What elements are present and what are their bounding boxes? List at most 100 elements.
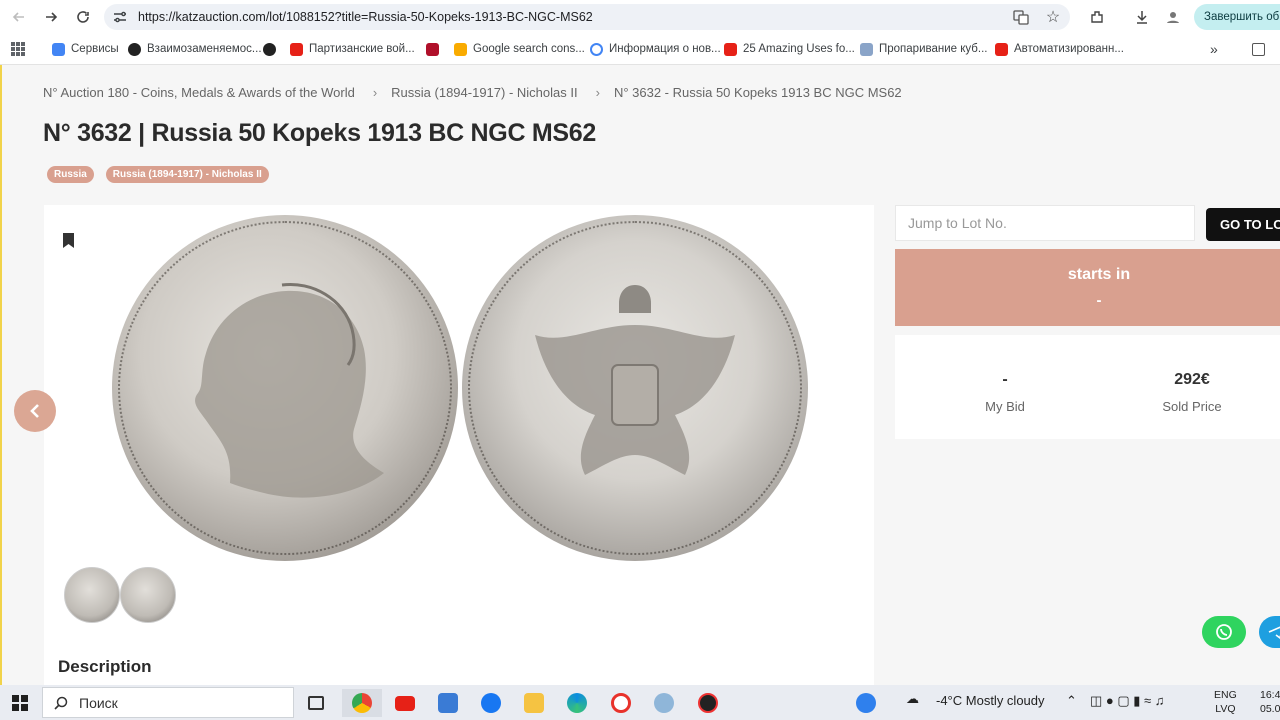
bookmark-item[interactable]: 25 Amazing Uses fo...	[724, 40, 855, 58]
star-icon[interactable]: ☆	[1044, 8, 1062, 26]
clock[interactable]: 16:41 05.01.2	[1260, 688, 1280, 716]
globe-icon	[263, 42, 276, 56]
windows-taskbar: Поиск ☁ -4°C Mostly cloudy ⌃ ◫ ● ▢ ▮ ≈ ♫…	[0, 685, 1280, 720]
app-icon[interactable]	[688, 689, 728, 717]
thumbnail-obverse[interactable]	[64, 567, 120, 623]
thumbnail-strip	[64, 567, 176, 623]
tag-list: Russia Russia (1894-1917) - Nicholas II	[47, 166, 269, 183]
windows-start-icon[interactable]	[12, 695, 28, 711]
sold-price-stat: 292€ Sold Price	[1092, 371, 1280, 414]
forward-arrow-icon[interactable]	[40, 6, 62, 28]
chrome-icon[interactable]	[342, 689, 382, 717]
store-icon[interactable]	[428, 689, 468, 717]
bookmark-item[interactable]	[263, 40, 276, 58]
starts-in-label: starts in	[1067, 266, 1131, 283]
my-bid-stat: - My Bid	[905, 371, 1105, 414]
jump-to-lot-input[interactable]	[895, 205, 1195, 241]
search-console-icon	[454, 42, 467, 56]
profile-icon[interactable]	[1162, 6, 1184, 28]
starts-in-panel: starts in -	[895, 249, 1280, 326]
lot-image-card: Description	[44, 205, 874, 685]
breadcrumb: N° Auction 180 - Coins, Medals & Awards …	[43, 85, 902, 100]
yandex-browser-icon[interactable]	[601, 689, 641, 717]
youtube-app-icon[interactable]	[385, 689, 425, 717]
thumbnail-reverse[interactable]	[120, 567, 176, 623]
back-arrow-icon[interactable]	[8, 6, 30, 28]
youtube-icon	[724, 42, 737, 56]
keyboard-layout: LVQ	[1215, 703, 1236, 715]
double-eagle-icon	[535, 285, 735, 475]
google-icon	[590, 42, 603, 56]
download-icon[interactable]	[1131, 6, 1153, 28]
finish-update-button[interactable]: Завершить обн	[1194, 4, 1280, 30]
task-view-icon[interactable]	[296, 689, 336, 717]
address-bar[interactable]: https://katzauction.com/lot/1088152?titl…	[104, 4, 1070, 30]
help-icon[interactable]	[846, 689, 886, 717]
edge-icon[interactable]	[557, 689, 597, 717]
system-tray-icons[interactable]: ◫ ● ▢ ▮ ≈ ♫	[1090, 693, 1165, 709]
starts-in-value: -	[1096, 292, 1102, 309]
telegram-icon	[1268, 626, 1280, 639]
paint-icon[interactable]	[644, 689, 684, 717]
cube-icon	[860, 42, 873, 56]
more-bookmarks-icon[interactable]: »	[1210, 40, 1218, 58]
taskbar-search-placeholder: Поиск	[79, 694, 118, 711]
page-title: N° 3632 | Russia 50 Kopeks 1913 BC NGC M…	[43, 119, 596, 147]
telegram-button[interactable]	[1259, 616, 1280, 648]
extensions-icon[interactable]	[1086, 6, 1108, 28]
tag[interactable]: Russia (1894-1917) - Nicholas II	[105, 166, 269, 183]
clock-date: 05.01.2	[1260, 703, 1280, 715]
bookmark-item[interactable]: Информация о нов...	[590, 40, 721, 58]
whatsapp-icon	[1216, 624, 1232, 640]
breadcrumb-link[interactable]: N° Auction 180 - Coins, Medals & Awards …	[43, 85, 355, 100]
weather-icon[interactable]: ☁	[906, 691, 919, 707]
bookmark-item[interactable]	[426, 40, 439, 58]
facebook-icon[interactable]	[471, 689, 511, 717]
whatsapp-button[interactable]	[1202, 616, 1246, 648]
browser-toolbar: https://katzauction.com/lot/1088152?titl…	[0, 0, 1280, 34]
bookmark-favicon-icon	[128, 42, 141, 56]
weather-text[interactable]: -4°C Mostly cloudy	[936, 693, 1045, 708]
sold-price-value: 292€	[1174, 371, 1210, 388]
youtube-icon	[995, 42, 1008, 56]
my-bid-label: My Bid	[985, 399, 1025, 414]
bookmark-favicon-icon	[426, 42, 439, 56]
bookmarks-bar: Сервисы Взаимозаменяемос... Партизанские…	[0, 36, 1280, 62]
breadcrumb-separator: ›	[595, 85, 600, 100]
page-content: N° Auction 180 - Coins, Medals & Awards …	[0, 65, 1280, 685]
portrait-icon	[195, 282, 384, 498]
chevron-up-icon[interactable]: ⌃	[1066, 693, 1077, 709]
bookmark-item[interactable]: Взаимозаменяемос...	[128, 40, 262, 58]
coin-obverse-image[interactable]	[112, 215, 458, 561]
folder-icon[interactable]	[1252, 40, 1265, 58]
bookmark-item[interactable]: Пропаривание куб...	[860, 40, 987, 58]
file-explorer-icon[interactable]	[514, 689, 554, 717]
url-text[interactable]: https://katzauction.com/lot/1088152?titl…	[138, 10, 593, 24]
language-indicator[interactable]: ENG LVQ	[1214, 688, 1237, 716]
bookmark-item[interactable]: Автоматизированн...	[995, 40, 1124, 58]
breadcrumb-current[interactable]: N° 3632 - Russia 50 Kopeks 1913 BC NGC M…	[614, 85, 902, 100]
go-to-lot-button[interactable]: GO TO LOT	[1206, 208, 1280, 241]
site-settings-icon[interactable]	[112, 9, 128, 25]
bookmark-favicon-icon	[52, 42, 65, 56]
breadcrumb-link[interactable]: Russia (1894-1917) - Nicholas II	[391, 85, 577, 100]
reload-icon[interactable]	[72, 6, 94, 28]
translate-icon[interactable]	[1012, 8, 1030, 26]
breadcrumb-separator: ›	[372, 85, 378, 100]
sold-price-label: Sold Price	[1162, 399, 1222, 414]
bookmark-icon[interactable]	[62, 233, 75, 248]
coin-reverse-image[interactable]	[462, 215, 808, 561]
bookmark-item[interactable]: Партизанские вой...	[290, 40, 415, 58]
description-heading: Description	[58, 657, 152, 676]
previous-lot-button[interactable]	[14, 390, 56, 432]
chevron-left-icon	[30, 404, 39, 418]
search-icon	[54, 696, 68, 710]
clock-time: 16:41	[1260, 689, 1280, 701]
youtube-icon	[290, 42, 303, 56]
bookmark-item[interactable]: Сервисы	[52, 40, 119, 58]
my-bid-value: -	[1002, 371, 1008, 388]
taskbar-search[interactable]: Поиск	[42, 687, 294, 718]
bookmark-item[interactable]: Google search cons...	[454, 40, 585, 58]
tag[interactable]: Russia	[47, 166, 94, 183]
language-code: ENG	[1214, 689, 1237, 701]
